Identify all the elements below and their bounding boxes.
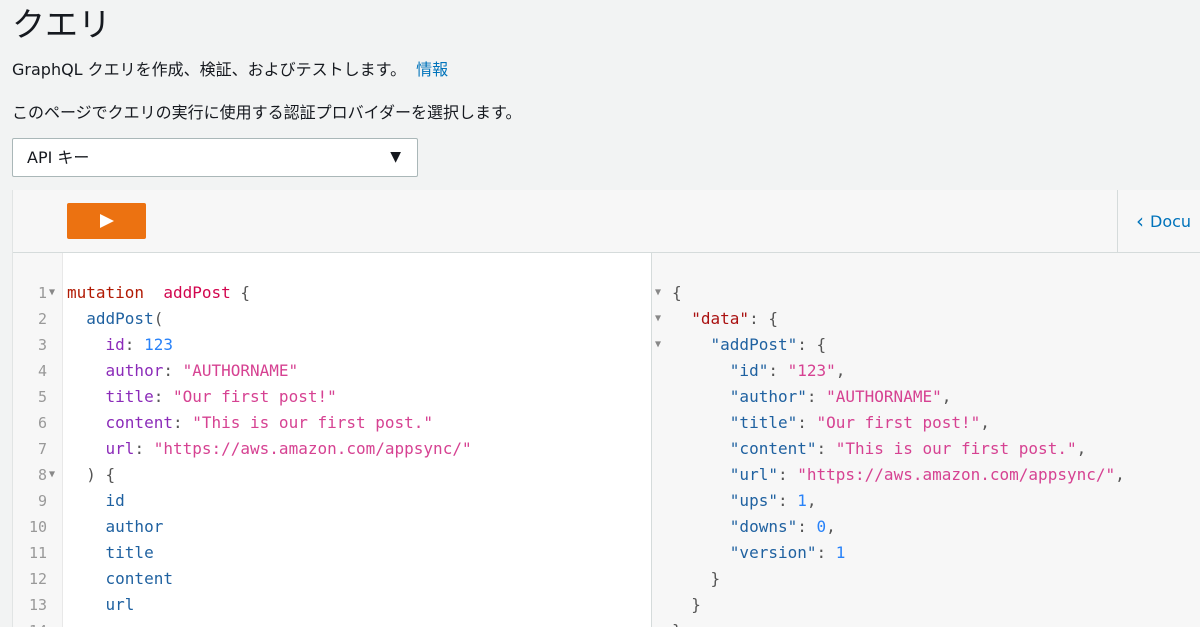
code-text: author (105, 517, 164, 536)
result-text: "version": 1 (729, 543, 846, 562)
line-number: 12 (28, 570, 47, 588)
editor-line[interactable]: 7 url: "https://aws.amazon.com/appsync/" (13, 436, 651, 462)
editor-line[interactable]: 9 id (13, 488, 651, 514)
result-text: "data": { (691, 309, 778, 328)
fold-arrow-icon[interactable]: ▼ (655, 332, 661, 358)
line-number: 3 (37, 336, 47, 354)
editor-line[interactable]: 2 addPost( (13, 306, 651, 332)
auth-prompt: このページでクエリの実行に使用する認証プロバイダーを選択します。 (12, 103, 522, 122)
result-text: "downs": 0, (729, 517, 836, 536)
result-line: ▼ "data": { (652, 306, 1200, 332)
code-text: url: "https://aws.amazon.com/appsync/" (105, 439, 472, 458)
result-line: } (652, 592, 1200, 618)
code-text: author: "AUTHORNAME" (105, 361, 299, 380)
info-link[interactable]: 情報 (416, 60, 448, 79)
docs-toggle[interactable]: ‹ Docu (1117, 190, 1200, 252)
line-number: 1 (37, 284, 47, 302)
editor-toolbar: ‹ Docu (13, 190, 1200, 253)
code-text: content (105, 569, 173, 588)
code-text: title (105, 543, 154, 562)
result-text: "content": "This is our first post.", (729, 439, 1087, 458)
code-text: ups (67, 618, 135, 627)
editor-line[interactable]: 1 ▼ mutation addPost { (13, 280, 651, 306)
line-number: 10 (28, 518, 47, 536)
result-line: "content": "This is our first post.", (652, 436, 1200, 462)
caret-down-icon: ▼ (390, 149, 401, 165)
description-text: GraphQL クエリを作成、検証、およびテストします。 (12, 60, 407, 79)
code-text: url (105, 595, 135, 614)
editor-line[interactable]: 6 content: "This is our first post." (13, 410, 651, 436)
editor-line[interactable]: 10 author (13, 514, 651, 540)
line-number: 4 (37, 362, 47, 380)
play-icon (99, 214, 114, 228)
result-line: "author": "AUTHORNAME", (652, 384, 1200, 410)
editor-line[interactable]: 13 url (13, 592, 651, 618)
editor-line[interactable]: 11 title (13, 540, 651, 566)
result-line: "version": 1 (652, 540, 1200, 566)
result-line: } (652, 566, 1200, 592)
result-text: } (710, 569, 721, 588)
query-editor-panel: ‹ Docu 1 ▼ mutation addPost {2 addPost(3 i… (12, 190, 1200, 627)
chevron-left-icon: ‹ (1136, 209, 1144, 233)
code-text: title: "Our first post!" (105, 387, 337, 406)
code-text: id: 123 (105, 335, 173, 354)
code-text: addPost( (86, 309, 164, 328)
line-number: 6 (37, 414, 47, 432)
line-number: 13 (28, 596, 47, 614)
line-number: 5 (37, 388, 47, 406)
page-title: クエリ (12, 5, 111, 44)
result-pane: ▼{▼ "data": {▼ "addPost": { "id": "123",… (652, 253, 1200, 627)
line-number: 8 (37, 466, 47, 484)
result-text: "title": "Our first post!", (729, 413, 990, 432)
code-text: ) { (86, 465, 116, 484)
editor-line[interactable]: 14 ups (13, 618, 651, 627)
fold-arrow-icon[interactable]: ▼ (655, 306, 661, 332)
code-text: mutation addPost { (67, 283, 251, 302)
result-line: "ups": 1, (652, 488, 1200, 514)
editor-line[interactable]: 3 id: 123 (13, 332, 651, 358)
editor-line[interactable]: 12 content (13, 566, 651, 592)
editor-line[interactable]: 4 author: "AUTHORNAME" (13, 358, 651, 384)
result-line: "title": "Our first post!", (652, 410, 1200, 436)
result-text: { (672, 283, 682, 302)
result-text: "author": "AUTHORNAME", (729, 387, 952, 406)
editor-line[interactable]: 8 ▼ ) { (13, 462, 651, 488)
line-number: 11 (28, 544, 47, 562)
code-text: content: "This is our first post." (105, 413, 434, 432)
result-text: "url": "https://aws.amazon.com/appsync/"… (729, 465, 1125, 484)
page-description: GraphQL クエリを作成、検証、およびテストします。 情報 (12, 58, 448, 82)
editor-line[interactable]: 5 title: "Our first post!" (13, 384, 651, 410)
code-text: id (105, 491, 125, 510)
line-number: 9 (37, 492, 47, 510)
fold-arrow-icon[interactable]: ▼ (49, 462, 55, 488)
fold-arrow-icon[interactable]: ▼ (655, 280, 661, 306)
line-number: 7 (37, 440, 47, 458)
auth-provider-value: API キー (27, 148, 90, 167)
result-line: "downs": 0, (652, 514, 1200, 540)
result-line: ▼{ (652, 280, 1200, 306)
result-line: "id": "123", (652, 358, 1200, 384)
result-text: } (672, 618, 682, 627)
line-number: 2 (37, 310, 47, 328)
result-line: } (652, 618, 1200, 627)
auth-provider-select[interactable]: API キー ▼ (12, 138, 418, 177)
run-query-button[interactable] (67, 203, 146, 239)
result-line: ▼ "addPost": { (652, 332, 1200, 358)
fold-arrow-icon[interactable]: ▼ (49, 280, 55, 306)
line-number: 14 (13, 618, 47, 627)
result-line: "url": "https://aws.amazon.com/appsync/"… (652, 462, 1200, 488)
result-text: "ups": 1, (729, 491, 817, 510)
docs-label: Docu (1150, 211, 1192, 231)
result-text: } (691, 595, 701, 614)
result-text: "id": "123", (729, 361, 846, 380)
result-text: "addPost": { (710, 335, 827, 354)
query-editor[interactable]: 1 ▼ mutation addPost {2 addPost(3 id: 123 4… (13, 253, 652, 627)
